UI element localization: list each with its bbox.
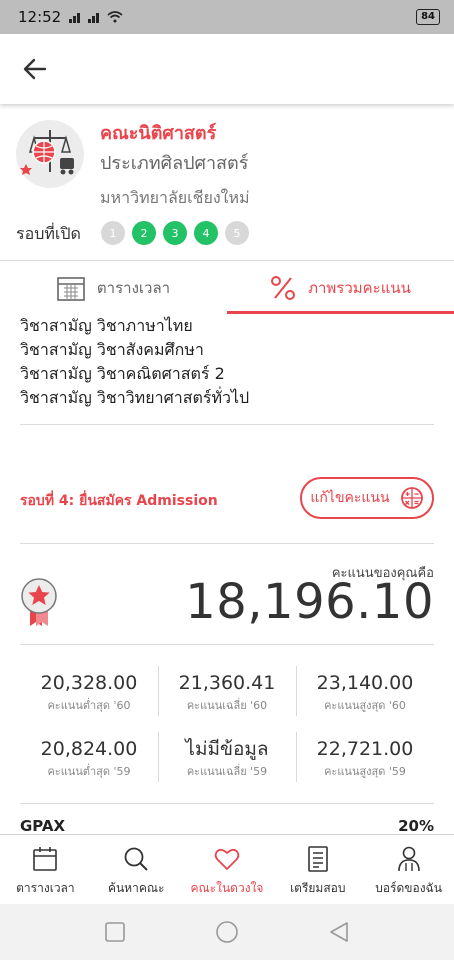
search-icon (124, 847, 148, 871)
gpax-value: 20% (398, 817, 434, 835)
tab-schedule[interactable]: ตารางเวลา (0, 262, 227, 314)
stat-label: คะแนนสูงสุด '59 (324, 765, 406, 778)
nav-my-board-label: บอร์ดของฉัน (375, 881, 442, 895)
stat-value: 22,721.00 (316, 738, 414, 760)
tab-score-overview[interactable]: ภาพรวมคะแนน (227, 262, 454, 314)
stat-label: คะแนนเฉลี่ย '59 (186, 765, 268, 778)
home-circle-icon[interactable] (215, 920, 239, 944)
status-time: 12:52 (18, 8, 62, 26)
divider (0, 260, 454, 261)
nav-search-label: ค้นหาคณะ (107, 881, 165, 895)
recents-square-icon[interactable] (104, 921, 126, 943)
subject-item: วิชาสามัญ วิชาภาษาไทย (20, 316, 193, 335)
star-badge-icon (21, 578, 57, 626)
faculty-type: ประเภทศิลปศาสตร์ (100, 153, 249, 174)
round-title: รอบที่ 4: ยื่นสมัคร Admission (20, 493, 218, 509)
rounds-label: รอบที่เปิด (16, 224, 81, 243)
nav-exam-prep[interactable]: เตรียมสอบ (272, 835, 363, 904)
faculty-header: คณะนิติศาสตร์ ประเภทศิลปศาสตร์ มหาวิทยาล… (0, 104, 454, 260)
stat-avg-59: ไม่มีข้อมูล คะแนนเฉลี่ย '59 (158, 732, 296, 784)
stat-value: 23,140.00 (316, 672, 414, 694)
stat-avg-60: 21,360.41 คะแนนเฉลี่ย '60 (158, 666, 296, 718)
tab-schedule-label: ตารางเวลา (96, 279, 171, 297)
arrow-left-icon (23, 58, 47, 80)
stats-row-60: 20,328.00 คะแนนต่ำสุด '60 21,360.41 คะแน… (20, 666, 434, 718)
stat-label: คะแนนต่ำสุด '60 (47, 699, 131, 712)
checklist-icon (307, 846, 328, 872)
stat-max-60: 23,140.00 คะแนนสูงสุด '60 (296, 666, 434, 718)
nav-my-board[interactable]: บอร์ดของฉัน (363, 835, 454, 904)
app-bar (0, 34, 454, 104)
nav-search-faculty[interactable]: ค้นหาคณะ (91, 835, 182, 904)
stat-value: 21,360.41 (178, 672, 276, 694)
faculty-name: คณะนิติศาสตร์ (100, 123, 217, 144)
nav-schedule[interactable]: ตารางเวลา (0, 835, 91, 904)
system-nav-bar (0, 904, 454, 960)
stat-max-59: 22,721.00 คะแนนสูงสุด '59 (296, 732, 434, 784)
round-badge-3: 3 (163, 221, 187, 245)
stat-label: คะแนนเฉลี่ย '60 (186, 699, 268, 712)
calculator-icon (400, 487, 423, 509)
law-scale-icon (20, 130, 74, 175)
university-name: มหาวิทยาลัยเชียงใหม่ (100, 188, 250, 207)
stat-label: คะแนนต่ำสุด '59 (47, 765, 131, 778)
nav-exam-prep-label: เตรียมสอบ (290, 881, 346, 895)
rounds-list: 1 2 3 4 5 (101, 221, 249, 245)
user-icon (397, 846, 420, 872)
stats-grid: 20,328.00 คะแนนต่ำสุด '60 21,360.41 คะแน… (20, 666, 434, 798)
nav-favorite-label: คณะในดวงใจ (190, 881, 264, 895)
tab-bar: ตารางเวลา ภาพรวมคะแนน (0, 262, 454, 314)
subject-item: วิชาสามัญ วิชาวิทยาศาสตร์ทั่วไป (20, 388, 250, 407)
nav-favorite-faculty[interactable]: คณะในดวงใจ (182, 835, 273, 904)
round-badge-5: 5 (225, 221, 249, 245)
heart-icon (214, 848, 240, 870)
tab-score-overview-label: ภาพรวมคะแนน (308, 279, 411, 297)
bottom-nav: ตารางเวลา ค้นหาคณะ คณะในดวงใจ เตรียมสอบ … (0, 834, 454, 904)
wifi-icon (107, 11, 123, 23)
divider (20, 644, 434, 645)
round-badge-1: 1 (101, 221, 125, 245)
stat-min-60: 20,328.00 คะแนนต่ำสุด '60 (20, 666, 158, 718)
stat-value: 20,824.00 (40, 738, 138, 760)
round-badge-2: 2 (132, 221, 156, 245)
calendar-icon (57, 277, 85, 301)
divider (20, 424, 434, 425)
battery-indicator: 84 (416, 9, 440, 25)
subject-item: วิชาสามัญ วิชาคณิตศาสตร์ 2 (20, 364, 225, 383)
gpax-label: GPAX (20, 817, 66, 835)
percent-icon (271, 276, 296, 300)
stat-label: คะแนนสูงสุด '60 (324, 699, 406, 712)
signal-icon (69, 11, 81, 23)
back-triangle-icon[interactable] (328, 921, 350, 943)
stat-value: 20,328.00 (40, 672, 138, 694)
edit-score-label: แก้ไขคะแนน (310, 490, 390, 506)
faculty-logo (16, 120, 84, 188)
divider (20, 543, 434, 544)
back-button[interactable] (14, 48, 56, 90)
gpax-row: GPAX 20% (20, 817, 434, 835)
stat-min-59: 20,824.00 คะแนนต่ำสุด '59 (20, 732, 158, 784)
status-bar: 12:52 84 (0, 0, 454, 34)
round-badge-4: 4 (194, 221, 218, 245)
stat-value: ไม่มีข้อมูล (185, 738, 269, 760)
score-value: 18,196.10 (185, 574, 434, 630)
signal-icon-2 (88, 11, 100, 23)
stats-row-59: 20,824.00 คะแนนต่ำสุด '59 ไม่มีข้อมูล คะ… (20, 732, 434, 784)
subject-list: วิชาสามัญ วิชาภาษาไทย วิชาสามัญ วิชาสังค… (20, 314, 249, 410)
calendar-icon (33, 847, 58, 871)
subject-item: วิชาสามัญ วิชาสังคมศึกษา (20, 340, 204, 359)
divider (20, 803, 434, 804)
edit-score-button[interactable]: แก้ไขคะแนน (300, 477, 434, 519)
nav-schedule-label: ตารางเวลา (16, 881, 75, 895)
